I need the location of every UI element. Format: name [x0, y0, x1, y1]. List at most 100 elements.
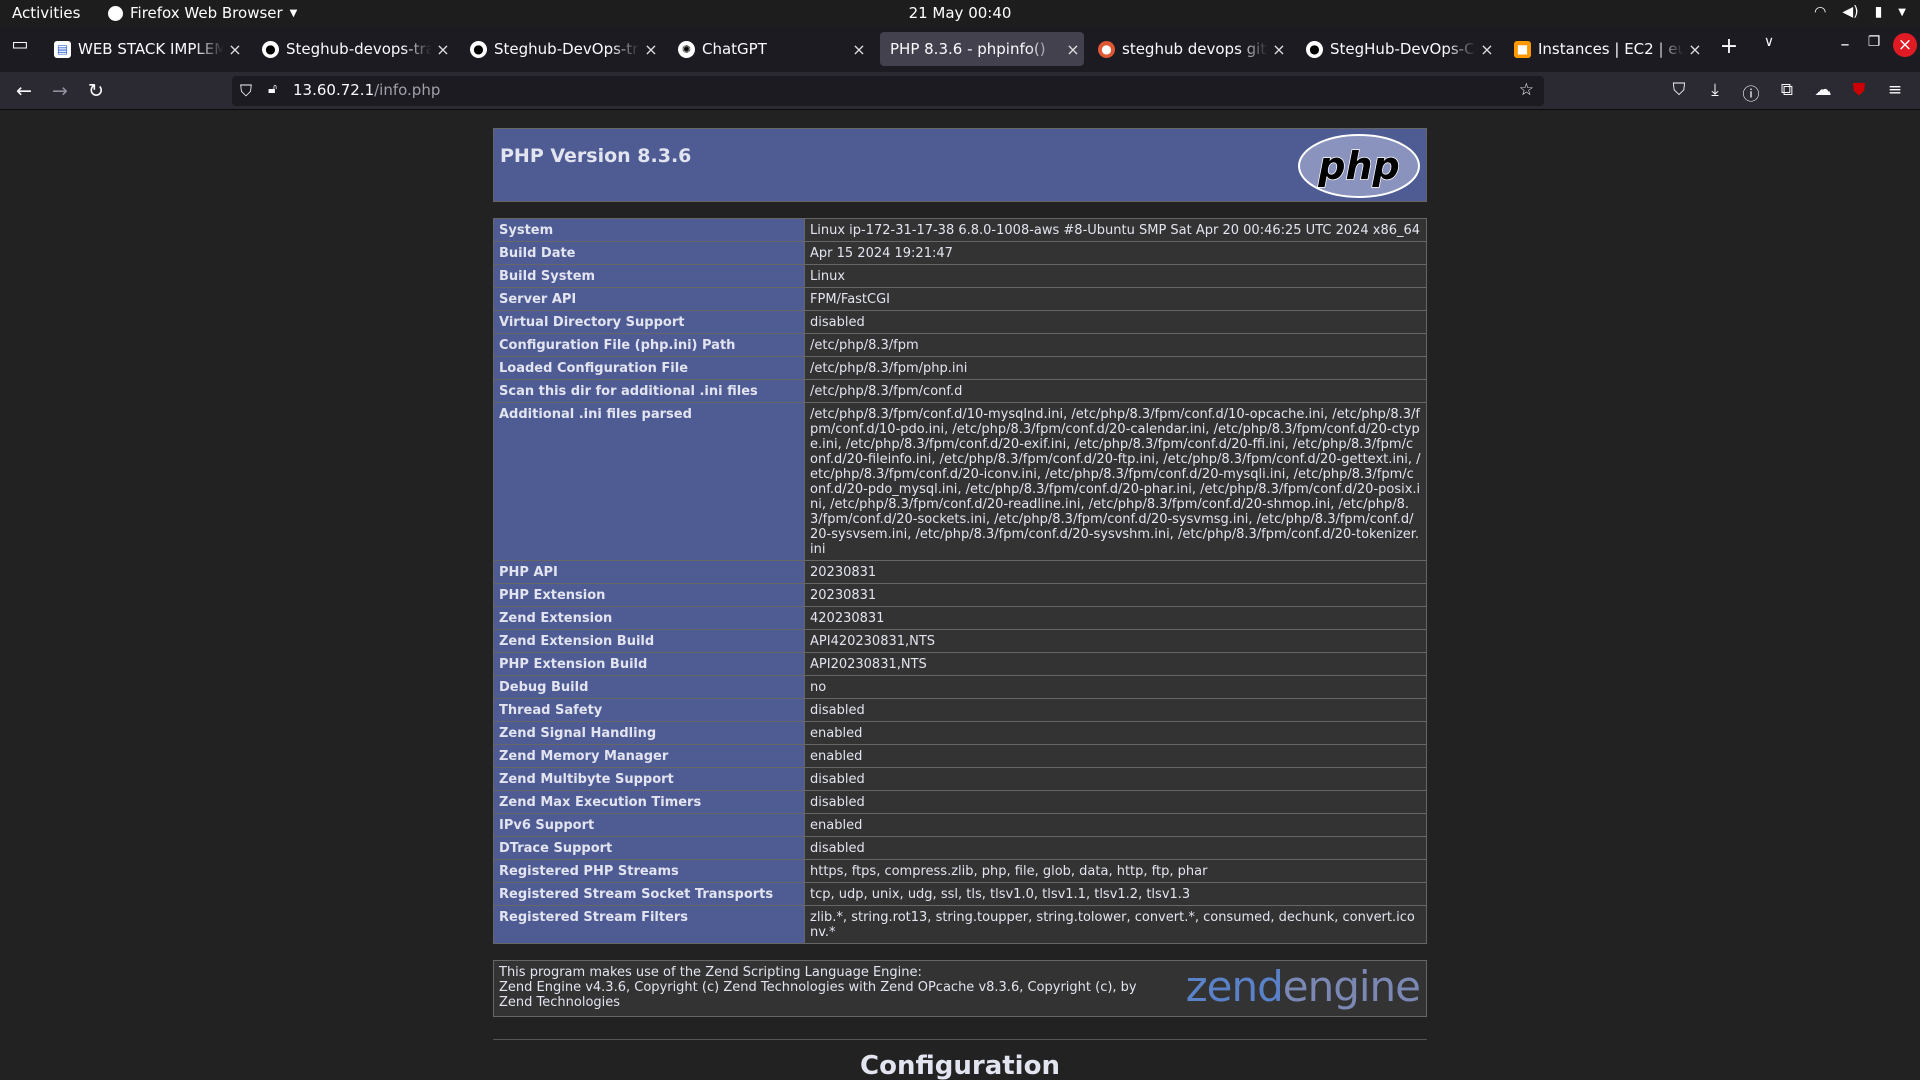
bookmark-star-icon[interactable]: ☆: [1519, 80, 1534, 100]
tab-ec2-instances[interactable]: ■ Instances | EC2 | eu-north-1 ×: [1504, 32, 1706, 66]
row-key: PHP Extension: [493, 583, 805, 607]
pocket-icon[interactable]: ⛉: [1667, 80, 1691, 100]
row-value: disabled: [804, 698, 1427, 722]
aws-icon: ■: [1514, 40, 1531, 58]
row-value: disabled: [804, 836, 1427, 860]
back-icon[interactable]: ←: [12, 79, 36, 103]
tab-strip: ▭ ▤ WEB STACK IMPLEMENTATION × ● Steghub…: [0, 27, 1920, 72]
row-key: Loaded Configuration File: [493, 356, 805, 380]
docs-icon: ▤: [54, 40, 71, 58]
table-row: Build System Linux: [493, 264, 1427, 288]
row-value: https, ftps, compress.zlib, php, file, g…: [804, 859, 1427, 883]
row-value: tcp, udp, unix, udg, ssl, tls, tlsv1.0, …: [804, 882, 1427, 906]
table-row: Configuration File (php.ini) Path/etc/ph…: [493, 333, 1427, 357]
activities-button[interactable]: Activities: [12, 4, 80, 22]
github-icon: ●: [470, 40, 487, 58]
divider: [493, 1039, 1427, 1040]
tab-list-icon[interactable]: ∨: [1757, 34, 1781, 50]
insecure-lock-icon[interactable]: 🔓︎: [268, 81, 277, 97]
menu-icon[interactable]: ≡: [1883, 80, 1907, 100]
table-row: Zend Memory Manager enabled: [493, 744, 1427, 768]
table-row: Loaded Configuration File/etc/php/8.3/fp…: [493, 356, 1427, 380]
chevron-down-icon: ▼: [1898, 6, 1906, 18]
tab-title: Instances | EC2 | eu-north-1: [1538, 40, 1684, 58]
tab-title: PHP 8.3.6 - phpinfo(): [890, 40, 1046, 58]
row-value: Apr 15 2024 19:21:47: [804, 241, 1427, 265]
table-row: PHP Extension 20230831: [493, 583, 1427, 607]
tab-title: WEB STACK IMPLEMENTATION: [78, 40, 224, 58]
extensions-icon[interactable]: ⧉: [1775, 80, 1799, 100]
forward-icon[interactable]: →: [48, 79, 72, 103]
reload-icon[interactable]: ↻: [84, 79, 108, 103]
tracking-protection-icon[interactable]: ⛉: [240, 81, 252, 101]
row-key: Configuration File (php.ini) Path: [493, 333, 805, 357]
info-icon[interactable]: ⓘ: [1739, 80, 1763, 105]
close-icon[interactable]: ×: [1476, 40, 1498, 59]
row-value: disabled: [804, 310, 1427, 334]
row-value: zlib.*, string.rot13, string.toupper, st…: [804, 905, 1427, 944]
table-row: Virtual Directory Support disabled: [493, 310, 1427, 334]
close-icon[interactable]: ×: [848, 40, 870, 59]
table-row: DTrace Support disabled: [493, 836, 1427, 860]
system-tray[interactable]: ◠ ◀) ▮ ▼: [1814, 4, 1906, 20]
close-icon[interactable]: ×: [432, 40, 454, 59]
row-value: Linux ip-172-31-17-38 6.8.0-1008-aws #8-…: [804, 218, 1427, 242]
url-path: /info.php: [374, 81, 441, 99]
firefox-view-icon[interactable]: ▭: [8, 34, 32, 55]
downloads-icon[interactable]: ⤓: [1703, 80, 1727, 100]
row-key: Zend Extension Build: [493, 629, 805, 653]
row-value: API20230831,NTS: [804, 652, 1427, 676]
tab-web-stack[interactable]: ▤ WEB STACK IMPLEMENTATION ×: [44, 32, 246, 66]
row-value: API420230831,NTS: [804, 629, 1427, 653]
ublock-icon[interactable]: ⛊: [1847, 80, 1871, 100]
tab-steghub-cloud[interactable]: ● StegHub-DevOps-Cloud ×: [1296, 32, 1498, 66]
tab-search[interactable]: ● steghub devops github ×: [1088, 32, 1290, 66]
table-row: System Linux ip-172-31-17-38 6.8.0-1008-a…: [493, 218, 1427, 242]
url-bar[interactable]: ⛉ 🔓︎ 13.60.72.1/info.php ☆: [232, 76, 1544, 106]
tab-title: steghub devops github: [1122, 40, 1268, 58]
table-row: Additional .ini files parsed/etc/php/8.3…: [493, 402, 1427, 561]
row-value: FPM/FastCGI: [804, 287, 1427, 311]
table-row: Registered PHP Streams https, ftps, compr…: [493, 859, 1427, 883]
tab-phpinfo[interactable]: PHP 8.3.6 - phpinfo() ×: [880, 32, 1084, 66]
close-icon[interactable]: ×: [224, 40, 246, 59]
url-text[interactable]: 13.60.72.1/info.php: [293, 81, 440, 99]
github-icon: ●: [262, 40, 279, 58]
tab-chatgpt[interactable]: ✺ ChatGPT ×: [668, 32, 870, 66]
row-value: /etc/php/8.3/fpm/php.ini: [804, 356, 1427, 380]
tab-title: ChatGPT: [702, 40, 767, 58]
tab-steghub-training-2[interactable]: ● Steghub-DevOps-training ×: [460, 32, 662, 66]
page-title: PHP Version 8.3.6: [500, 145, 692, 167]
extension-icon[interactable]: ☁: [1811, 80, 1835, 100]
battery-icon: ▮: [1874, 4, 1883, 20]
configuration-heading: Configuration: [860, 1051, 1060, 1080]
search-icon: ●: [1098, 40, 1115, 58]
row-value: enabled: [804, 813, 1427, 837]
php-version-header: PHP Version 8.3.6 php: [493, 128, 1427, 202]
close-icon[interactable]: ×: [1062, 40, 1084, 59]
close-icon[interactable]: ×: [1268, 40, 1290, 59]
minimize-icon[interactable]: –: [1833, 34, 1857, 55]
row-key: Debug Build: [493, 675, 805, 699]
app-menu[interactable]: Firefox Web Browser ▼: [108, 4, 297, 22]
row-key: DTrace Support: [493, 836, 805, 860]
row-key: Build System: [493, 264, 805, 288]
close-window-icon[interactable]: ×: [1893, 33, 1917, 57]
row-value: /etc/php/8.3/fpm: [804, 333, 1427, 357]
php-logo-text: php: [1317, 144, 1399, 188]
table-row: PHP API 20230831: [493, 560, 1427, 584]
row-key: PHP Extension Build: [493, 652, 805, 676]
zend-logo-text: zend: [1185, 962, 1284, 1011]
new-tab-icon[interactable]: +: [1717, 34, 1741, 59]
navigation-toolbar: ← → ↻ ⛉ 🔓︎ 13.60.72.1/info.php ☆: [0, 72, 1920, 110]
tab-title: Steghub-devops-training: [286, 40, 432, 58]
restore-icon[interactable]: ❐: [1862, 34, 1886, 50]
row-key: Registered Stream Filters: [493, 905, 805, 944]
tab-steghub-training-1[interactable]: ● Steghub-devops-training ×: [252, 32, 454, 66]
clock[interactable]: 21 May 00:40: [909, 4, 1012, 22]
row-value: Linux: [804, 264, 1427, 288]
row-value: disabled: [804, 790, 1427, 814]
row-key: Zend Extension: [493, 606, 805, 630]
close-icon[interactable]: ×: [640, 40, 662, 59]
close-icon[interactable]: ×: [1684, 40, 1706, 59]
